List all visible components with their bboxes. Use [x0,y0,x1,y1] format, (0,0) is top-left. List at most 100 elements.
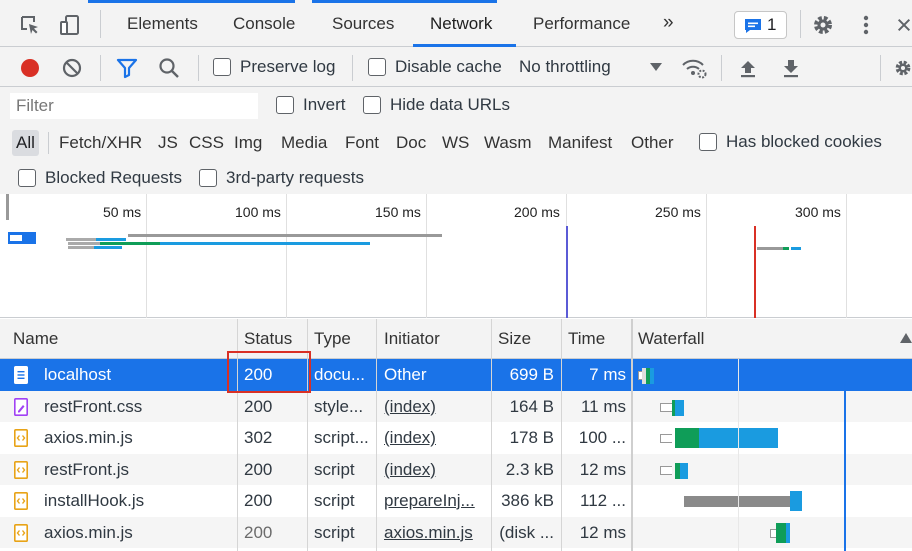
tick-label: 200 ms [514,204,560,220]
grid-line [846,194,847,318]
cell-initiator[interactable]: axios.min.js [384,522,488,544]
column-header-time[interactable]: Time [568,329,605,349]
device-toolbar-icon[interactable] [58,13,82,37]
cell-size: 164 B [509,396,554,416]
waterfall-bar [680,462,688,479]
column-header-waterfall[interactable]: Waterfall [638,329,704,349]
type-filter-manifest[interactable]: Manifest [544,130,616,156]
type-filter-wasm[interactable]: Wasm [480,130,536,156]
tick-label: 150 ms [375,204,421,220]
dropdown-arrow-icon[interactable] [648,59,664,75]
tick-label: 300 ms [795,204,841,220]
type-filter-other[interactable]: Other [627,130,678,156]
preserve-log-checkbox[interactable] [213,58,231,76]
filter-input[interactable] [10,93,258,119]
cell-initiator[interactable]: (index) [384,427,488,449]
throttling-select[interactable]: No throttling [519,57,611,77]
tab-performance[interactable]: Performance [533,14,630,36]
column-header-name[interactable]: Name [13,329,58,349]
table-row[interactable]: installHook.js 200 script prepareInj... 386 … [0,485,912,517]
column-divider [561,319,562,551]
clear-icon[interactable] [60,56,84,80]
has-blocked-cookies-label: Has blocked cookies [726,132,882,151]
overview-bar [68,246,94,249]
tab-elements[interactable]: Elements [127,14,198,36]
overview-bar [100,242,160,245]
load-event-line [754,226,756,318]
overview-bar [791,247,801,250]
issues-counter-button[interactable]: 1 [734,11,787,39]
separator [100,55,101,81]
type-filter-fetch-xhr[interactable]: Fetch/XHR [55,130,146,156]
type-filter-doc[interactable]: Doc [392,130,430,156]
waterfall-bar [684,496,790,507]
filter-icon[interactable] [115,56,139,80]
table-row[interactable]: axios.min.js 302 script... (index) 178 B 100 … [0,422,912,454]
cell-status: 200 [244,491,273,510]
third-party-requests-checkbox[interactable] [199,169,217,187]
more-tabs-button[interactable]: » [663,12,674,34]
top-highlight [312,0,497,3]
inspect-element-icon[interactable] [18,13,42,37]
cell-name: restFront.js [44,459,130,479]
column-header-initiator[interactable]: Initiator [384,329,440,349]
stylesheet-icon [14,397,28,416]
gear-icon[interactable] [811,13,835,37]
cell-size: (disk ... [499,522,554,542]
separator [880,55,881,81]
overview-bar [94,246,122,249]
column-header-status[interactable]: Status [244,329,292,349]
type-filter-media[interactable]: Media [277,130,331,156]
table-row[interactable]: restFront.css 200 style... (index) 164 B 11 m… [0,390,912,422]
type-filter-font[interactable]: Font [341,130,383,156]
type-filter-img[interactable]: Img [230,130,266,156]
requests-table-header: Name Status Type Initiator Size Time Wat… [0,319,912,359]
top-highlight [88,0,295,3]
invert-checkbox[interactable] [276,96,294,114]
separator [100,10,101,38]
overview-bar [10,235,22,241]
record-icon[interactable] [18,56,42,80]
cell-initiator[interactable]: (index) [384,459,488,481]
table-row[interactable]: localhost 200 docu... Other 699 B7 ms [0,359,912,391]
cell-time: 12 ms [579,459,626,479]
column-header-size[interactable]: Size [498,329,531,349]
table-row[interactable]: axios.min.js 200 script axios.min.js (disk .… [0,516,912,548]
tab-network[interactable]: Network [430,14,492,36]
script-icon [14,429,28,447]
table-row[interactable]: restFront.js 200 script (index) 2.3 kB 12 ms [0,453,912,485]
waterfall-bar [675,399,684,416]
sort-ascending-icon[interactable] [900,331,912,345]
cell-type: script [314,522,355,542]
blocked-requests-checkbox[interactable] [18,169,36,187]
hide-data-urls-checkbox[interactable] [363,96,381,114]
tab-console[interactable]: Console [233,14,295,36]
close-icon[interactable] [896,13,912,37]
type-filter-ws[interactable]: WS [438,130,473,156]
network-conditions-icon[interactable] [680,55,708,81]
export-har-icon[interactable] [780,56,802,80]
overview-bar [96,238,126,241]
type-filter-css[interactable]: CSS [185,130,228,156]
search-icon[interactable] [157,56,181,80]
disable-cache-checkbox[interactable] [368,58,386,76]
message-icon [744,17,762,34]
tab-sources[interactable]: Sources [332,14,394,36]
cell-initiator[interactable]: (index) [384,396,488,418]
type-filter-all[interactable]: All [12,130,39,156]
overview-handle[interactable] [6,194,9,220]
timeline-overview[interactable]: 50 ms 100 ms 150 ms 200 ms 250 ms 300 ms [0,194,912,318]
document-icon [14,366,28,384]
type-filter-js[interactable]: JS [154,130,182,156]
waterfall-bar [675,428,699,448]
import-har-icon[interactable] [737,56,759,80]
more-options-icon[interactable] [856,13,876,37]
network-settings-gear-icon[interactable] [894,56,912,80]
cell-status: 200 [244,459,273,479]
waterfall-bar [790,491,802,511]
column-header-type[interactable]: Type [314,329,351,349]
waterfall-bar [660,434,672,443]
overview-bar [783,247,789,250]
has-blocked-cookies-checkbox[interactable] [699,133,717,151]
cell-initiator[interactable]: prepareInj... [384,490,488,512]
